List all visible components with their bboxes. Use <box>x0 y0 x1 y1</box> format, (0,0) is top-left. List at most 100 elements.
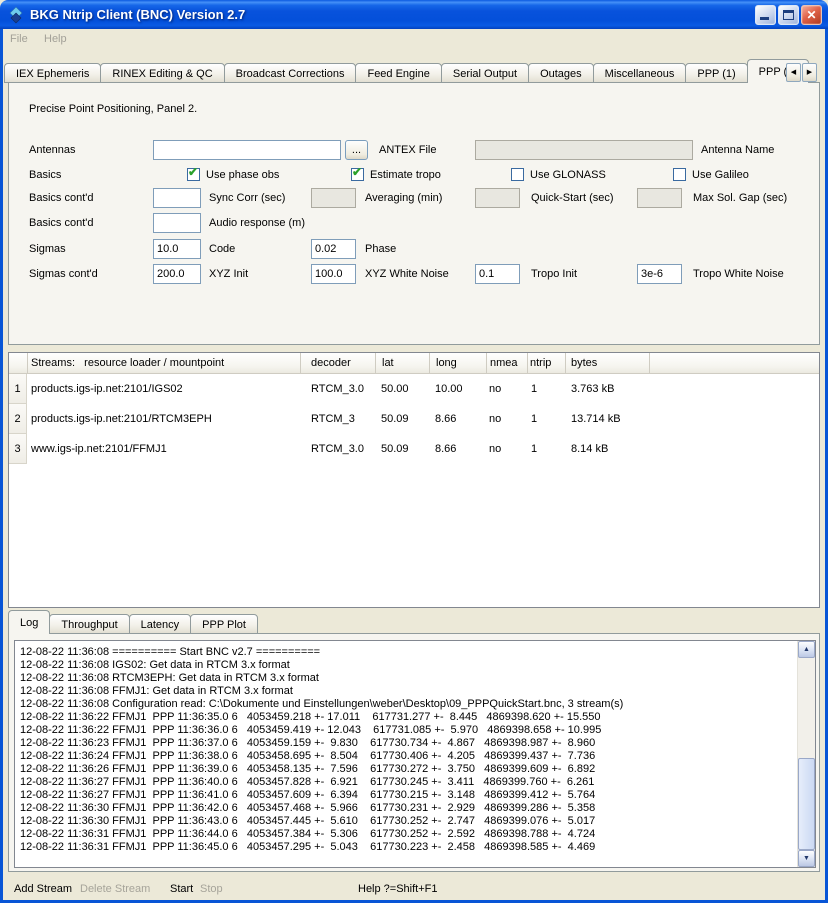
checkmark-icon: ✔ <box>352 165 362 179</box>
add-stream-button[interactable]: Add Stream <box>14 881 72 897</box>
scroll-down-button[interactable]: ▼ <box>798 850 815 867</box>
log-line: 12-08-22 11:36:23 FFMJ1 PPP 11:36:37.0 6… <box>20 737 793 750</box>
log-lines: 12-08-22 11:36:08 ========== Start BNC v… <box>20 646 793 854</box>
log-line: 12-08-22 11:36:30 FFMJ1 PPP 11:36:42.0 6… <box>20 802 793 815</box>
log-line: 12-08-22 11:36:08 Configuration read: C:… <box>20 698 793 711</box>
log-scrollbar[interactable]: ▲ ▼ <box>797 641 815 867</box>
log-line: 12-08-22 11:36:22 FFMJ1 PPP 11:36:35.0 6… <box>20 711 793 724</box>
audio-response-label: Audio response (m) <box>209 213 305 233</box>
use-galileo-checkbox[interactable]: ✔ <box>673 168 686 181</box>
tab-feed-engine[interactable]: Feed Engine <box>355 63 441 83</box>
window-frame-left <box>0 29 3 903</box>
cell-lat: 50.00 <box>381 374 409 404</box>
cell-nmea: no <box>489 404 501 434</box>
tab-rinex-ephemeris[interactable]: IEX Ephemeris <box>4 63 101 83</box>
header-nmea: nmea <box>490 353 518 373</box>
tab-broadcast-corrections[interactable]: Broadcast Corrections <box>224 63 357 83</box>
log-line: 12-08-22 11:36:22 FFMJ1 PPP 11:36:36.0 6… <box>20 724 793 737</box>
tab-scroll-left-button[interactable]: ◀ <box>786 63 801 82</box>
log-line: 12-08-22 11:36:24 FFMJ1 PPP 11:36:38.0 6… <box>20 750 793 763</box>
log-line: 12-08-22 11:36:08 FFMJ1: Get data in RTC… <box>20 685 793 698</box>
cell-decoder: RTCM_3.0 <box>311 374 364 404</box>
cell-mountpoint: products.igs-ip.net:2101/RTCM3EPH <box>31 404 212 434</box>
row-number: 3 <box>9 434 27 464</box>
sync-corr-input[interactable] <box>153 188 201 208</box>
cell-lat: 50.09 <box>381 434 409 464</box>
antex-browse-button[interactable]: ... <box>345 140 368 160</box>
cell-lat: 50.09 <box>381 404 409 434</box>
averaging-input <box>311 188 356 208</box>
log-line: 12-08-22 11:36:08 RTCM3EPH: Get data in … <box>20 672 793 685</box>
close-button[interactable]: ✕ <box>801 5 822 25</box>
tab-serial-output[interactable]: Serial Output <box>441 63 529 83</box>
xyz-init-label: XYZ Init <box>209 264 248 284</box>
column-separator <box>565 353 566 373</box>
log-line: 12-08-22 11:36:27 FFMJ1 PPP 11:36:40.0 6… <box>20 776 793 789</box>
quick-start-input <box>475 188 520 208</box>
menu-help[interactable]: Help <box>44 33 67 45</box>
stream-row-1[interactable]: 1 products.igs-ip.net:2101/IGS02 RTCM_3.… <box>9 374 819 404</box>
titlebar[interactable]: BKG Ntrip Client (BNC) Version 2.7 ✕ <box>0 0 828 29</box>
antex-file-input <box>475 140 693 160</box>
cell-decoder: RTCM_3.0 <box>311 434 364 464</box>
stream-row-2[interactable]: 2 products.igs-ip.net:2101/RTCM3EPH RTCM… <box>9 404 819 434</box>
use-glonass-checkbox[interactable]: ✔ <box>511 168 524 181</box>
header-decoder: decoder <box>311 353 351 373</box>
cell-bytes: 3.763 kB <box>571 374 614 404</box>
xyz-white-noise-label: XYZ White Noise <box>365 264 449 284</box>
app-icon <box>7 6 25 24</box>
tab-scroll-right-button[interactable]: ▶ <box>802 63 817 82</box>
tab-throughput[interactable]: Throughput <box>49 614 129 634</box>
ppp2-panel: Precise Point Positioning, Panel 2. Ante… <box>8 82 820 345</box>
panel-description: Precise Point Positioning, Panel 2. <box>29 99 197 119</box>
cell-long: 10.00 <box>435 374 463 404</box>
minimize-icon <box>760 17 769 20</box>
tab-latency[interactable]: Latency <box>129 614 192 634</box>
scroll-up-button[interactable]: ▲ <box>798 641 815 658</box>
log-output[interactable]: 12-08-22 11:36:08 ========== Start BNC v… <box>14 640 816 868</box>
header-mountpoint: Streams: resource loader / mountpoint <box>31 353 224 373</box>
quick-start-label: Quick-Start (sec) <box>531 188 614 208</box>
tropo-white-noise-input[interactable] <box>637 264 682 284</box>
cell-ntrip: 1 <box>531 374 537 404</box>
main-tab-bar: IEX Ephemeris RINEX Editing & QC Broadca… <box>4 59 808 83</box>
minimize-button[interactable] <box>755 5 776 25</box>
tab-miscellaneous[interactable]: Miscellaneous <box>593 63 687 83</box>
estimate-tropo-checkbox[interactable]: ✔ <box>351 168 364 181</box>
tab-ppp-1[interactable]: PPP (1) <box>685 63 747 83</box>
antennas-label: Antennas <box>29 140 75 160</box>
xyz-white-noise-input[interactable] <box>311 264 356 284</box>
menu-file[interactable]: File <box>10 33 28 45</box>
audio-response-input[interactable] <box>153 213 201 233</box>
tropo-init-input[interactable] <box>475 264 520 284</box>
cell-decoder: RTCM_3 <box>311 404 355 434</box>
streams-table-header: Streams: resource loader / mountpoint de… <box>9 353 819 374</box>
basics-contd-label-1: Basics cont'd <box>29 188 93 208</box>
scroll-thumb[interactable] <box>798 758 815 850</box>
xyz-init-input[interactable] <box>153 264 201 284</box>
sigma-phase-label: Phase <box>365 239 396 259</box>
tab-ppp-plot[interactable]: PPP Plot <box>190 614 258 634</box>
cell-ntrip: 1 <box>531 434 537 464</box>
window-title: BKG Ntrip Client (BNC) Version 2.7 <box>30 7 245 22</box>
sigma-phase-input[interactable] <box>311 239 356 259</box>
basics-contd-label-2: Basics cont'd <box>29 213 93 233</box>
sigmas-label: Sigmas <box>29 239 66 259</box>
column-separator <box>429 353 430 373</box>
antennas-input[interactable] <box>153 140 341 160</box>
stream-row-3[interactable]: 3 www.igs-ip.net:2101/FFMJ1 RTCM_3.0 50.… <box>9 434 819 464</box>
log-line: 12-08-22 11:36:08 ========== Start BNC v… <box>20 646 793 659</box>
antex-file-label: ANTEX File <box>379 140 436 160</box>
header-ntrip: ntrip <box>530 353 551 373</box>
column-separator <box>27 353 28 373</box>
tab-log[interactable]: Log <box>8 610 50 634</box>
maximize-button[interactable] <box>778 5 799 25</box>
sigma-code-input[interactable] <box>153 239 201 259</box>
column-separator <box>486 353 487 373</box>
tab-rinex-editing-qc[interactable]: RINEX Editing & QC <box>100 63 224 83</box>
use-phase-obs-checkbox[interactable]: ✔ <box>187 168 200 181</box>
tab-outages[interactable]: Outages <box>528 63 594 83</box>
start-button[interactable]: Start <box>170 881 193 897</box>
cell-long: 8.66 <box>435 404 456 434</box>
sync-corr-label: Sync Corr (sec) <box>209 188 285 208</box>
